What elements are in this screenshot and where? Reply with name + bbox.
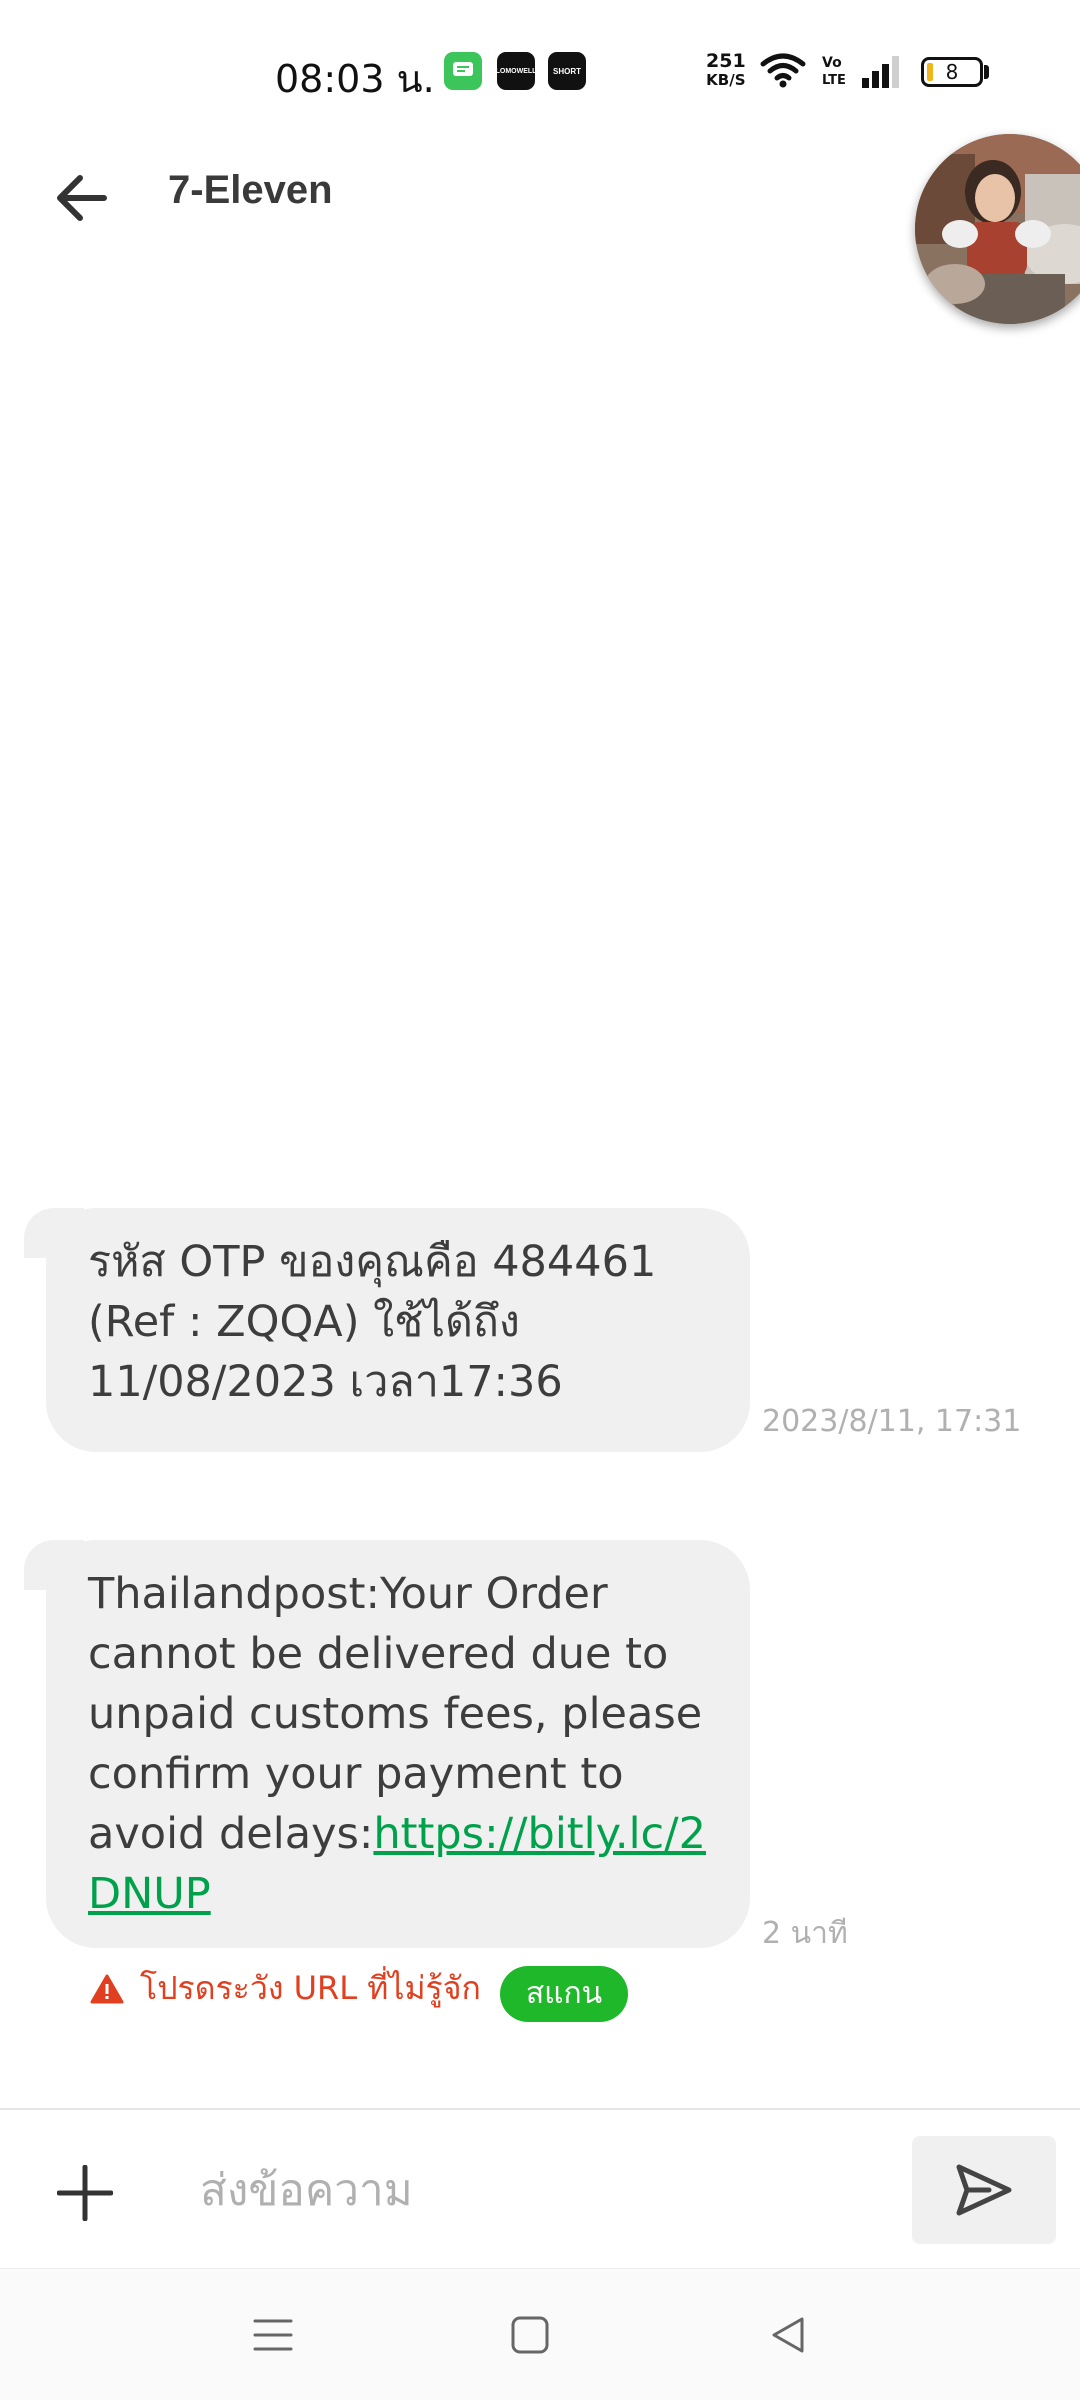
wifi-icon: [760, 52, 806, 93]
message-composer: [0, 2108, 1080, 2268]
message-input[interactable]: [200, 2140, 880, 2240]
svg-text:LTE: LTE: [822, 73, 846, 88]
plus-icon: [57, 2165, 113, 2221]
status-bar: 08:03 น. LOMOWELL SHORT 251 KB/S Vo LTE: [0, 0, 1080, 140]
back-triangle-icon: [772, 2317, 804, 2353]
send-icon: [956, 2164, 1012, 2216]
message-text: Thailandpost:Your Order cannot be delive…: [88, 1564, 710, 1924]
volte-icon: Vo LTE: [820, 52, 848, 93]
back-button[interactable]: [44, 160, 120, 236]
message-timestamp: 2023/8/11, 17:31: [762, 1404, 1022, 1439]
message-bubble[interactable]: รหัส OTP ของคุณคือ 484461 (Ref : ZQQA) ใ…: [24, 1208, 750, 1452]
warning-triangle-icon: [90, 1974, 124, 2003]
net-speed-value: 251: [706, 50, 746, 72]
message-timestamp: 2 นาที: [762, 1916, 848, 1951]
home-square-icon: [511, 2316, 549, 2354]
battery-icon: 8: [921, 57, 983, 87]
lomowell-app-icon: LOMOWELL: [496, 52, 536, 90]
url-warning: โปรดระวัง URL ที่ไม่รู้จัก: [90, 1963, 481, 2014]
avatar[interactable]: [915, 134, 1080, 324]
scan-button[interactable]: สแกน: [500, 1966, 628, 2022]
message-bubble[interactable]: Thailandpost:Your Order cannot be delive…: [24, 1540, 750, 1948]
conversation-header: 7-Eleven: [0, 130, 1080, 324]
net-speed: 251 KB/S: [706, 52, 746, 90]
add-attachment-button[interactable]: [40, 2148, 130, 2238]
menu-button[interactable]: [243, 2305, 303, 2365]
warning-text: โปรดระวัง URL ที่ไม่รู้จัก: [140, 1969, 481, 2007]
net-speed-unit: KB/S: [706, 71, 746, 89]
arrow-left-icon: [57, 175, 107, 221]
system-nav-bar: [0, 2268, 1080, 2400]
battery-level: 8: [945, 60, 959, 84]
send-button[interactable]: [912, 2136, 1056, 2244]
signal-icon: [860, 56, 904, 93]
menu-icon: [253, 2319, 293, 2351]
conversation-title: 7-Eleven: [168, 168, 333, 212]
message-text: รหัส OTP ของคุณคือ 484461 (Ref : ZQQA) ใ…: [88, 1237, 657, 1407]
short-app-icon: SHORT: [548, 52, 586, 90]
svg-text:Vo: Vo: [822, 55, 842, 71]
nav-back-button[interactable]: [758, 2305, 818, 2365]
home-button[interactable]: [500, 2305, 560, 2365]
chat-app-icon: [444, 52, 482, 90]
status-time: 08:03 น.: [275, 57, 435, 101]
